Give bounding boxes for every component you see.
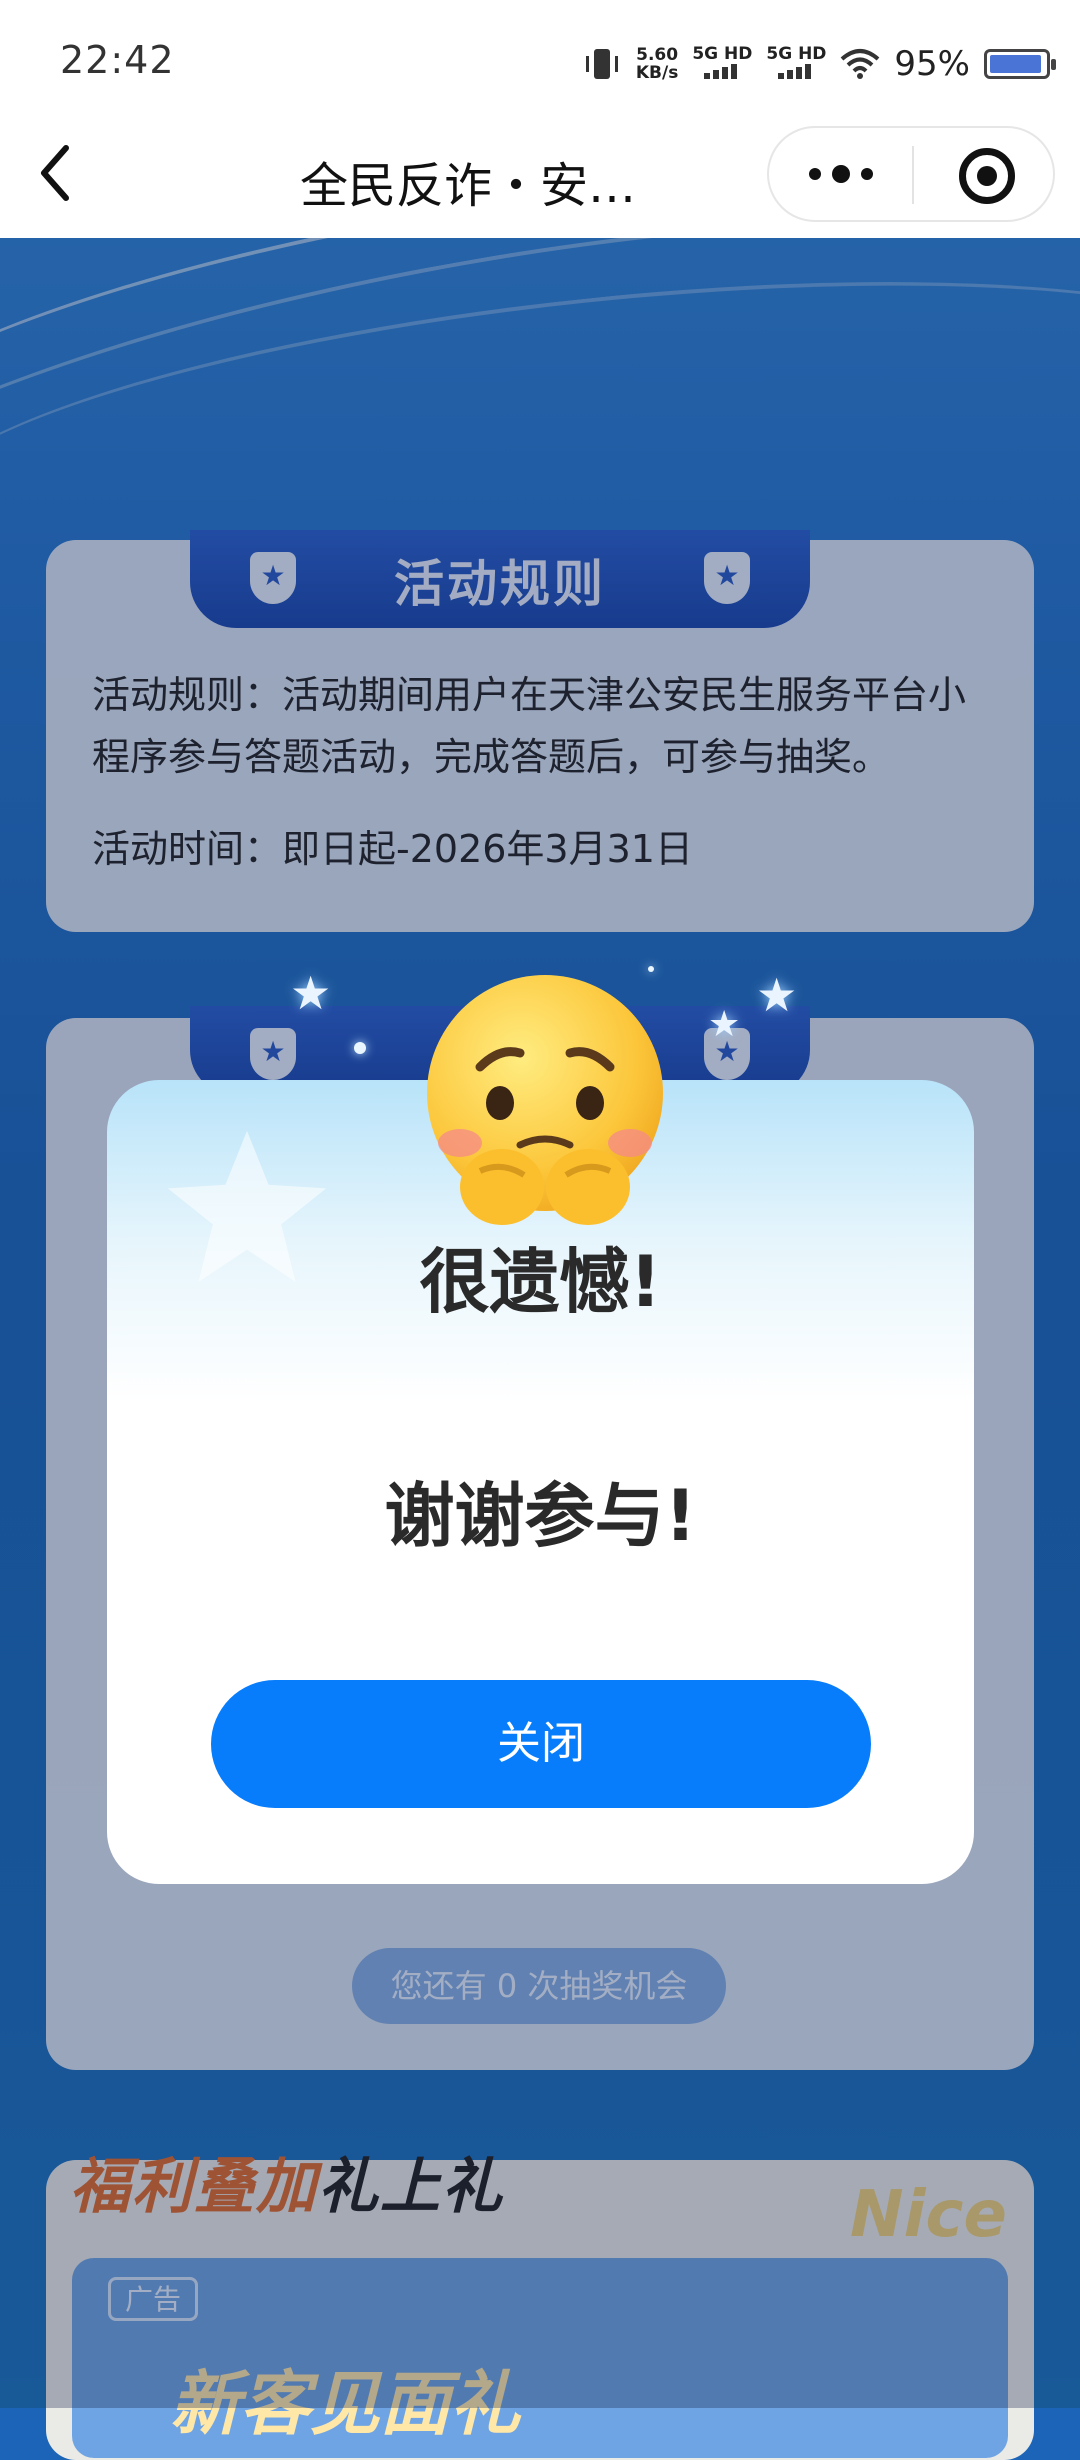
battery-fill [990,55,1042,73]
miniprogram-capsule [767,126,1055,222]
battery-icon [984,49,1056,79]
close-button[interactable]: 关闭 [211,1680,871,1808]
status-bar: 22:42 5.60 KB/s 5G HD 5G HD 95% [0,0,1080,118]
wifi-icon [841,49,880,79]
status-icons: 5.60 KB/s 5G HD 5G HD 95% [582,36,1056,92]
sparkle-icon: ★ [708,1004,741,1045]
page-title: 全民反诈・安… [300,158,637,214]
signal-icon [704,64,738,79]
sim1-signal: 5G HD [692,45,752,83]
net-speed: 5.60 KB/s [635,45,679,83]
more-icon[interactable] [809,154,873,194]
sparkle-icon: ★ [756,968,798,1022]
close-miniprogram-icon[interactable] [959,148,1015,204]
signal-icon [778,64,812,79]
capsule-divider [912,146,914,204]
sim2-signal: 5G HD [766,45,826,83]
back-icon[interactable] [36,138,96,208]
vibrate-icon [585,49,618,79]
nav-bar: 全民反诈・安… [0,118,1080,239]
status-time: 22:42 [60,38,175,82]
sad-emoji-icon [427,975,663,1225]
sparkle-dot [648,966,654,972]
battery-percent: 95% [894,44,970,84]
sparkle-icon: ★ [290,966,332,1020]
sparkle-dot [354,1042,366,1054]
modal-message: 谢谢参与! [384,1475,697,1557]
